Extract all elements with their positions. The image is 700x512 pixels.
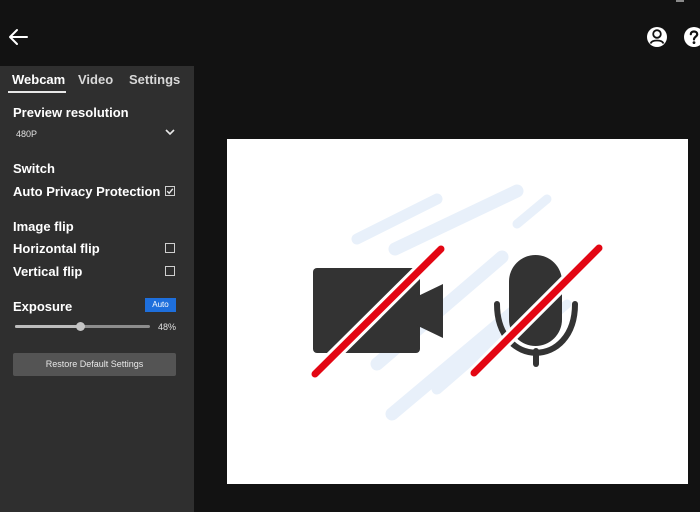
- exposure-slider[interactable]: [15, 322, 150, 331]
- checkmark-icon: [166, 188, 174, 195]
- arrow-left-icon: [9, 29, 28, 45]
- chevron-down-icon: [165, 129, 175, 136]
- account-button[interactable]: [645, 25, 669, 49]
- vertical-flip-label: Vertical flip: [13, 264, 83, 279]
- tab-webcam[interactable]: Webcam: [12, 72, 65, 87]
- switch-title: Switch: [13, 161, 55, 176]
- exposure-value: 48%: [158, 322, 177, 332]
- active-tab-indicator: [8, 91, 66, 93]
- settings-tabs: Webcam Video Settings: [0, 66, 194, 94]
- tab-video[interactable]: Video: [78, 72, 113, 87]
- resolution-select[interactable]: 480P: [13, 126, 181, 144]
- exposure-title: Exposure: [13, 299, 73, 314]
- exposure-slider-fill: [15, 325, 80, 328]
- image-flip-title: Image flip: [13, 219, 74, 234]
- user-circle-icon: [647, 27, 667, 47]
- exposure-auto-button[interactable]: Auto: [145, 298, 176, 312]
- camera-preview: [227, 139, 688, 484]
- exposure-slider-thumb[interactable]: [75, 322, 85, 331]
- preview-resolution-title: Preview resolution: [13, 105, 129, 120]
- horizontal-flip-label: Horizontal flip: [13, 241, 100, 256]
- restore-defaults-button[interactable]: Restore Default Settings: [13, 353, 176, 376]
- settings-sidebar: Webcam Video Settings Preview resolution…: [0, 66, 194, 512]
- window-control-mark: [676, 0, 684, 2]
- resolution-value: 480P: [16, 129, 38, 139]
- help-button[interactable]: [682, 25, 700, 49]
- horizontal-flip-checkbox[interactable]: [165, 243, 175, 253]
- auto-privacy-label: Auto Privacy Protection: [13, 184, 161, 199]
- back-button[interactable]: [6, 24, 32, 50]
- tab-settings[interactable]: Settings: [129, 72, 180, 87]
- top-bar: [0, 0, 700, 66]
- auto-privacy-checkbox[interactable]: [165, 186, 175, 196]
- question-circle-icon: [684, 27, 700, 47]
- vertical-flip-checkbox[interactable]: [165, 266, 175, 276]
- privacy-illustration: [308, 184, 606, 421]
